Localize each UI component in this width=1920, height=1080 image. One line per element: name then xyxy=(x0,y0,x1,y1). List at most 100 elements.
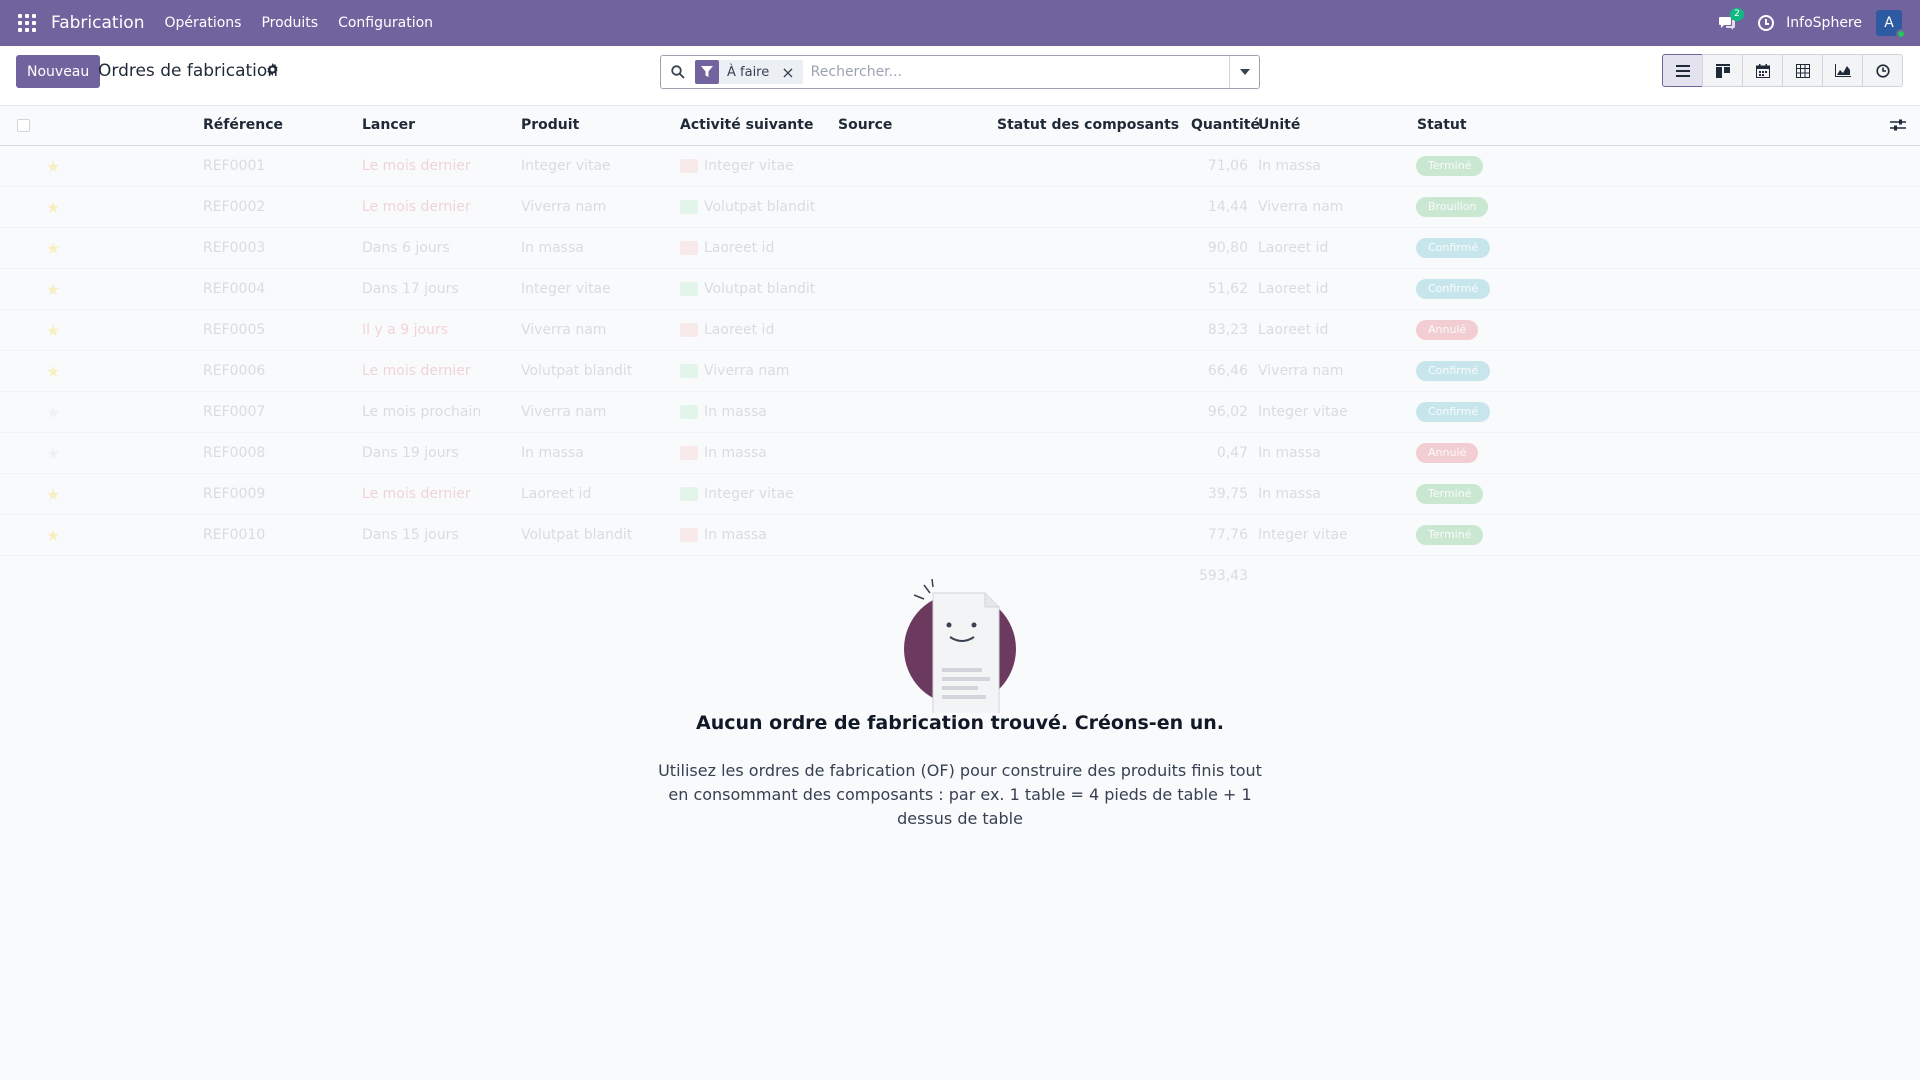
activity-type-icon[interactable] xyxy=(680,200,698,214)
column-header-reference[interactable]: Référence xyxy=(203,117,283,133)
cell-produit: Integer vitae xyxy=(521,281,611,297)
cell-produit: Laoreet id xyxy=(521,486,592,502)
table-row[interactable]: ★ REF0009 Le mois dernier Laoreet id Integer… xyxy=(0,474,1920,515)
column-header-activite-suivante[interactable]: Activité suivante xyxy=(680,117,813,133)
kanban-view-icon xyxy=(1715,63,1730,78)
kanban-view-button[interactable] xyxy=(1702,54,1743,87)
filter-icon xyxy=(695,60,719,84)
column-header-produit[interactable]: Produit xyxy=(521,117,579,133)
star-icon[interactable]: ★ xyxy=(46,239,60,258)
menu-configuration[interactable]: Configuration xyxy=(338,15,433,31)
activity-type-icon[interactable] xyxy=(680,282,698,296)
star-icon[interactable]: ★ xyxy=(46,198,60,217)
app-name[interactable]: Fabrication xyxy=(51,13,144,33)
sample-data-rows: ★ REF0001 Le mois dernier Integer vitae Inte… xyxy=(0,146,1920,596)
cell-activite: Laoreet id xyxy=(704,240,775,256)
search-options-toggle[interactable] xyxy=(1229,56,1259,88)
column-header-statut-composants[interactable]: Statut des composants xyxy=(997,117,1179,133)
cell-unite: In massa xyxy=(1258,445,1321,461)
table-row[interactable]: ★ REF0001 Le mois dernier Integer vitae Inte… xyxy=(0,146,1920,187)
list-view: Référence Lancer Produit Activité suivan… xyxy=(0,106,1920,1080)
list-view-button[interactable] xyxy=(1662,54,1703,87)
star-icon[interactable]: ★ xyxy=(46,526,60,545)
company-switcher[interactable]: InfoSphere xyxy=(1786,15,1862,31)
gear-icon[interactable] xyxy=(266,63,279,80)
cell-quantite: 39,75 xyxy=(1207,486,1248,502)
remove-facet-close-icon[interactable]: × xyxy=(777,63,802,82)
activity-clock-icon[interactable] xyxy=(1758,15,1775,31)
star-icon[interactable]: ★ xyxy=(46,280,60,299)
pivot-view-button[interactable] xyxy=(1782,54,1823,87)
cell-lancer: Le mois dernier xyxy=(362,486,471,502)
table-row[interactable]: ★ REF0003 Dans 6 jours In massa Laoreet id 90… xyxy=(0,228,1920,269)
cell-lancer: Dans 15 jours xyxy=(362,527,459,543)
star-icon[interactable]: ★ xyxy=(46,321,60,340)
cell-lancer: Le mois dernier xyxy=(362,199,471,215)
graph-view-button[interactable] xyxy=(1822,54,1863,87)
column-header-statut[interactable]: Statut xyxy=(1417,117,1467,133)
search-input[interactable] xyxy=(810,64,1229,80)
cell-unite: In massa xyxy=(1258,486,1321,502)
cell-lancer: Le mois dernier xyxy=(362,363,471,379)
select-all-checkbox[interactable] xyxy=(17,119,30,132)
cell-activite: Volutpat blandit xyxy=(704,199,816,215)
activity-type-icon[interactable] xyxy=(680,323,698,337)
table-row[interactable]: ★ REF0008 Dans 19 jours In massa In massa 0,4… xyxy=(0,433,1920,474)
empty-state-description: Utilisez les ordres de fabrication (OF) … xyxy=(658,761,1262,828)
column-header-unite[interactable]: Unité xyxy=(1258,117,1300,133)
cell-reference: REF0008 xyxy=(203,445,266,461)
cell-quantite: 90,80 xyxy=(1207,240,1248,256)
cell-activite: Viverra nam xyxy=(704,363,790,379)
search-icon[interactable] xyxy=(671,65,685,79)
optional-columns-icon[interactable] xyxy=(1890,118,1906,132)
cell-produit: Integer vitae xyxy=(521,158,611,174)
table-row[interactable]: ★ REF0005 Il y a 9 jours Viverra nam Laoreet… xyxy=(0,310,1920,351)
pivot-view-icon xyxy=(1795,63,1810,78)
activity-view-button[interactable] xyxy=(1862,54,1903,87)
star-icon[interactable]: ★ xyxy=(46,403,60,422)
cell-lancer: Dans 19 jours xyxy=(362,445,459,461)
activity-type-icon[interactable] xyxy=(680,487,698,501)
menu-operations[interactable]: Opérations xyxy=(164,15,241,31)
cell-quantite: 77,76 xyxy=(1207,527,1248,543)
user-avatar[interactable]: A xyxy=(1876,10,1906,39)
activity-type-icon[interactable] xyxy=(680,528,698,542)
messages-count-badge: 2 xyxy=(1730,8,1744,21)
activity-type-icon[interactable] xyxy=(680,241,698,255)
cell-produit: Viverra nam xyxy=(521,199,607,215)
column-header-source[interactable]: Source xyxy=(838,117,892,133)
cell-unite: Integer vitae xyxy=(1258,404,1348,420)
new-button[interactable]: Nouveau xyxy=(16,55,101,88)
table-row[interactable]: ★ REF0010 Dans 15 jours Volutpat blandit In … xyxy=(0,515,1920,556)
star-icon[interactable]: ★ xyxy=(46,157,60,176)
table-row[interactable]: ★ REF0007 Le mois prochain Viverra nam In ma… xyxy=(0,392,1920,433)
activity-type-icon[interactable] xyxy=(680,159,698,173)
cell-quantite: 83,23 xyxy=(1207,322,1248,338)
facet-value: À faire xyxy=(727,64,770,80)
table-row[interactable]: ★ REF0002 Le mois dernier Viverra nam Volutp… xyxy=(0,187,1920,228)
table-row[interactable]: ★ REF0006 Le mois dernier Volutpat blandit V… xyxy=(0,351,1920,392)
cell-lancer: Le mois prochain xyxy=(362,404,482,420)
cell-produit: In massa xyxy=(521,445,584,461)
total-quantite: 593,43 xyxy=(1199,568,1248,584)
column-header-quantite[interactable]: Quantité xyxy=(1191,117,1260,133)
cell-reference: REF0001 xyxy=(203,158,266,174)
activity-type-icon[interactable] xyxy=(680,364,698,378)
activity-type-icon[interactable] xyxy=(680,446,698,460)
app-menu-grid-icon[interactable] xyxy=(17,13,37,33)
table-row[interactable]: ★ REF0004 Dans 17 jours Integer vitae Volutp… xyxy=(0,269,1920,310)
column-header-lancer[interactable]: Lancer xyxy=(362,117,415,133)
messaging-icon[interactable]: 2 xyxy=(1718,8,1744,31)
star-icon[interactable]: ★ xyxy=(46,485,60,504)
menu-produits[interactable]: Produits xyxy=(261,15,318,31)
cell-unite: Laoreet id xyxy=(1258,281,1329,297)
cell-activite: In massa xyxy=(704,445,767,461)
activity-type-icon[interactable] xyxy=(680,405,698,419)
cell-unite: In massa xyxy=(1258,158,1321,174)
calendar-view-icon xyxy=(1755,63,1770,78)
activity-view-icon xyxy=(1875,63,1890,78)
cell-reference: REF0006 xyxy=(203,363,266,379)
star-icon[interactable]: ★ xyxy=(46,444,60,463)
calendar-view-button[interactable] xyxy=(1742,54,1783,87)
star-icon[interactable]: ★ xyxy=(46,362,60,381)
